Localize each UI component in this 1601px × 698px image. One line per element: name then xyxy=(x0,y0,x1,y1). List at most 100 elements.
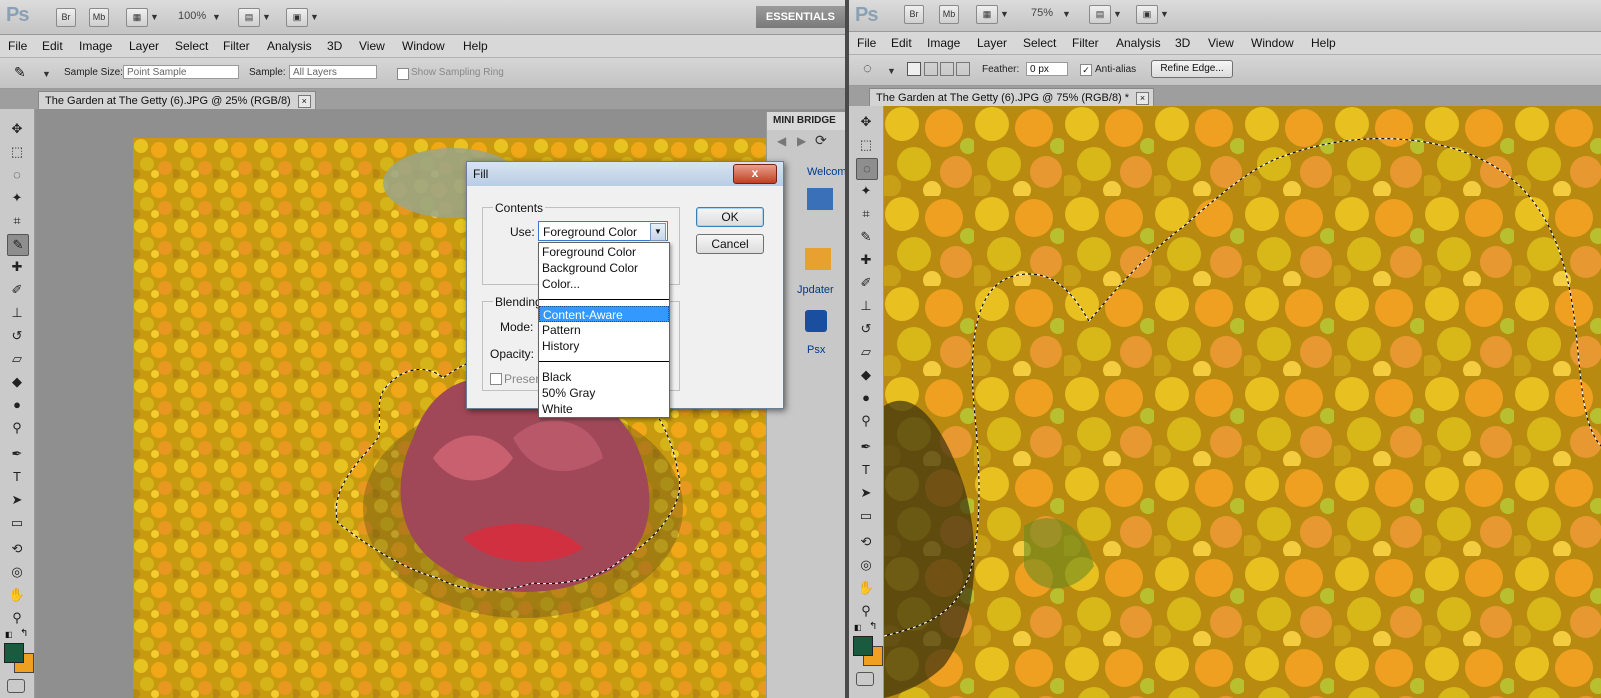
eyedropper-tool-icon[interactable]: ✎ xyxy=(856,227,876,247)
chevron-down-icon[interactable]: ▼ xyxy=(262,12,271,22)
pen-tool-icon[interactable]: ✒ xyxy=(856,437,876,457)
option-background-color[interactable]: Background Color xyxy=(539,260,669,276)
history-brush-tool-icon[interactable]: ↺ xyxy=(856,319,876,339)
move-tool-icon[interactable]: ✥ xyxy=(7,119,27,139)
menu-layer[interactable]: Layer xyxy=(129,39,159,53)
blur-tool-icon[interactable]: ● xyxy=(7,395,27,415)
arrange-documents-icon[interactable]: ▤ xyxy=(1089,5,1111,24)
marquee-tool-icon[interactable]: ⬚ xyxy=(7,142,27,162)
paint-bucket-tool-icon[interactable]: ◆ xyxy=(856,365,876,385)
default-colors-icon[interactable]: ◧ xyxy=(854,623,862,632)
path-selection-tool-icon[interactable]: ➤ xyxy=(7,490,27,510)
arrange-documents-icon[interactable]: ▤ xyxy=(238,8,260,27)
menu-edit[interactable]: Edit xyxy=(42,39,63,53)
eyedropper-tool-icon[interactable]: ✎ xyxy=(7,234,29,256)
workspace-switcher[interactable]: ESSENTIALS xyxy=(755,6,845,28)
refresh-icon[interactable]: ⟳ xyxy=(815,132,827,149)
lasso-tool-icon[interactable]: ◌ xyxy=(7,165,27,185)
move-tool-icon[interactable]: ✥ xyxy=(856,112,876,132)
view-extras-icon[interactable]: ▦ xyxy=(976,5,998,24)
close-icon[interactable]: x xyxy=(733,164,777,184)
document-tab[interactable]: The Garden at The Getty (6).JPG @ 25% (R… xyxy=(38,91,316,110)
swap-colors-icon[interactable]: ↰ xyxy=(20,628,28,639)
cancel-button[interactable]: Cancel xyxy=(696,234,764,254)
menu-image[interactable]: Image xyxy=(927,36,960,50)
menu-file[interactable]: File xyxy=(857,36,876,50)
healing-brush-tool-icon[interactable]: ✚ xyxy=(856,250,876,270)
chevron-down-icon[interactable]: ▼ xyxy=(310,12,319,22)
menu-image[interactable]: Image xyxy=(79,39,112,53)
foreground-color-swatch[interactable] xyxy=(853,636,873,656)
eyedropper-icon[interactable]: ✎ xyxy=(14,64,26,81)
hand-tool-icon[interactable]: ✋ xyxy=(856,578,876,598)
bridge-button[interactable]: Br xyxy=(904,5,924,24)
eraser-tool-icon[interactable]: ▱ xyxy=(856,342,876,362)
dodge-tool-icon[interactable]: ⚲ xyxy=(856,411,876,431)
close-icon[interactable]: × xyxy=(297,95,311,108)
quick-selection-tool-icon[interactable]: ✦ xyxy=(7,188,27,208)
foreground-color-swatch[interactable] xyxy=(4,643,24,663)
type-tool-icon[interactable]: T xyxy=(856,460,876,480)
welcome-link[interactable]: Welcom xyxy=(807,166,845,178)
crop-tool-icon[interactable]: ⌗ xyxy=(7,211,27,231)
menu-edit[interactable]: Edit xyxy=(891,36,912,50)
sampling-ring-checkbox[interactable] xyxy=(397,68,409,80)
option-white[interactable]: White xyxy=(539,401,669,417)
chevron-down-icon[interactable]: ▼ xyxy=(1113,9,1122,19)
close-icon[interactable]: × xyxy=(1136,92,1150,105)
sample-size-select[interactable]: Point Sample xyxy=(123,65,239,79)
3d-orbit-tool-icon[interactable]: ◎ xyxy=(856,555,876,575)
menu-select[interactable]: Select xyxy=(1023,36,1056,50)
lasso-icon[interactable]: ◌ xyxy=(863,60,872,77)
zoom-level[interactable]: 75% xyxy=(1031,7,1053,19)
menu-select[interactable]: Select xyxy=(175,39,208,53)
bridge-button[interactable]: Br xyxy=(56,8,76,27)
brush-tool-icon[interactable]: ✐ xyxy=(856,273,876,293)
type-tool-icon[interactable]: T xyxy=(7,467,27,487)
chevron-down-icon[interactable]: ▼ xyxy=(42,69,51,79)
zoom-level[interactable]: 100% xyxy=(178,10,206,22)
brush-tool-icon[interactable]: ✐ xyxy=(7,280,27,300)
history-brush-tool-icon[interactable]: ↺ xyxy=(7,326,27,346)
blur-tool-icon[interactable]: ● xyxy=(856,388,876,408)
3d-rotate-tool-icon[interactable]: ⟲ xyxy=(7,539,27,559)
mini-bridge-button[interactable]: Mb xyxy=(939,5,959,24)
chevron-down-icon[interactable]: ▼ xyxy=(212,12,221,22)
chevron-down-icon[interactable]: ▼ xyxy=(1160,9,1169,19)
document-tab[interactable]: The Garden at The Getty (6).JPG @ 75% (R… xyxy=(869,88,1155,107)
default-colors-icon[interactable]: ◧ xyxy=(5,630,13,639)
menu-3d[interactable]: 3D xyxy=(1175,36,1190,50)
add-to-selection-icon[interactable] xyxy=(924,62,938,76)
refine-edge-button[interactable]: Refine Edge... xyxy=(1151,60,1233,78)
chevron-down-icon[interactable]: ▼ xyxy=(150,12,159,22)
chevron-down-icon[interactable]: ▼ xyxy=(1062,9,1071,19)
menu-help[interactable]: Help xyxy=(463,39,488,53)
menu-file[interactable]: File xyxy=(8,39,27,53)
feather-input[interactable]: 0 px xyxy=(1026,62,1068,76)
3d-orbit-tool-icon[interactable]: ◎ xyxy=(7,562,27,582)
intersect-selection-icon[interactable] xyxy=(956,62,970,76)
option-50-gray[interactable]: 50% Gray xyxy=(539,385,669,401)
option-black[interactable]: Black xyxy=(539,369,669,385)
forward-arrow-icon[interactable]: ▶ xyxy=(797,134,806,148)
mini-bridge-button[interactable]: Mb xyxy=(89,8,109,27)
option-foreground-color[interactable]: Foreground Color xyxy=(539,244,669,260)
updater-thumbnail-icon[interactable] xyxy=(805,248,831,270)
menu-window[interactable]: Window xyxy=(1251,36,1294,50)
dodge-tool-icon[interactable]: ⚲ xyxy=(7,418,27,438)
quick-selection-tool-icon[interactable]: ✦ xyxy=(856,181,876,201)
menu-view[interactable]: View xyxy=(1208,36,1234,50)
welcome-thumbnail-icon[interactable] xyxy=(807,188,833,210)
3d-rotate-tool-icon[interactable]: ⟲ xyxy=(856,532,876,552)
option-color[interactable]: Color... xyxy=(539,276,669,292)
zoom-tool-icon[interactable]: ⚲ xyxy=(7,608,27,628)
option-history[interactable]: History xyxy=(539,338,669,354)
option-pattern[interactable]: Pattern xyxy=(539,322,669,338)
menu-3d[interactable]: 3D xyxy=(327,39,342,53)
menu-filter[interactable]: Filter xyxy=(223,39,250,53)
swap-colors-icon[interactable]: ↰ xyxy=(869,621,877,632)
screen-mode-icon[interactable]: ▣ xyxy=(1136,5,1158,24)
menu-filter[interactable]: Filter xyxy=(1072,36,1099,50)
menu-view[interactable]: View xyxy=(359,39,385,53)
updater-link[interactable]: Jpdater xyxy=(797,284,834,296)
